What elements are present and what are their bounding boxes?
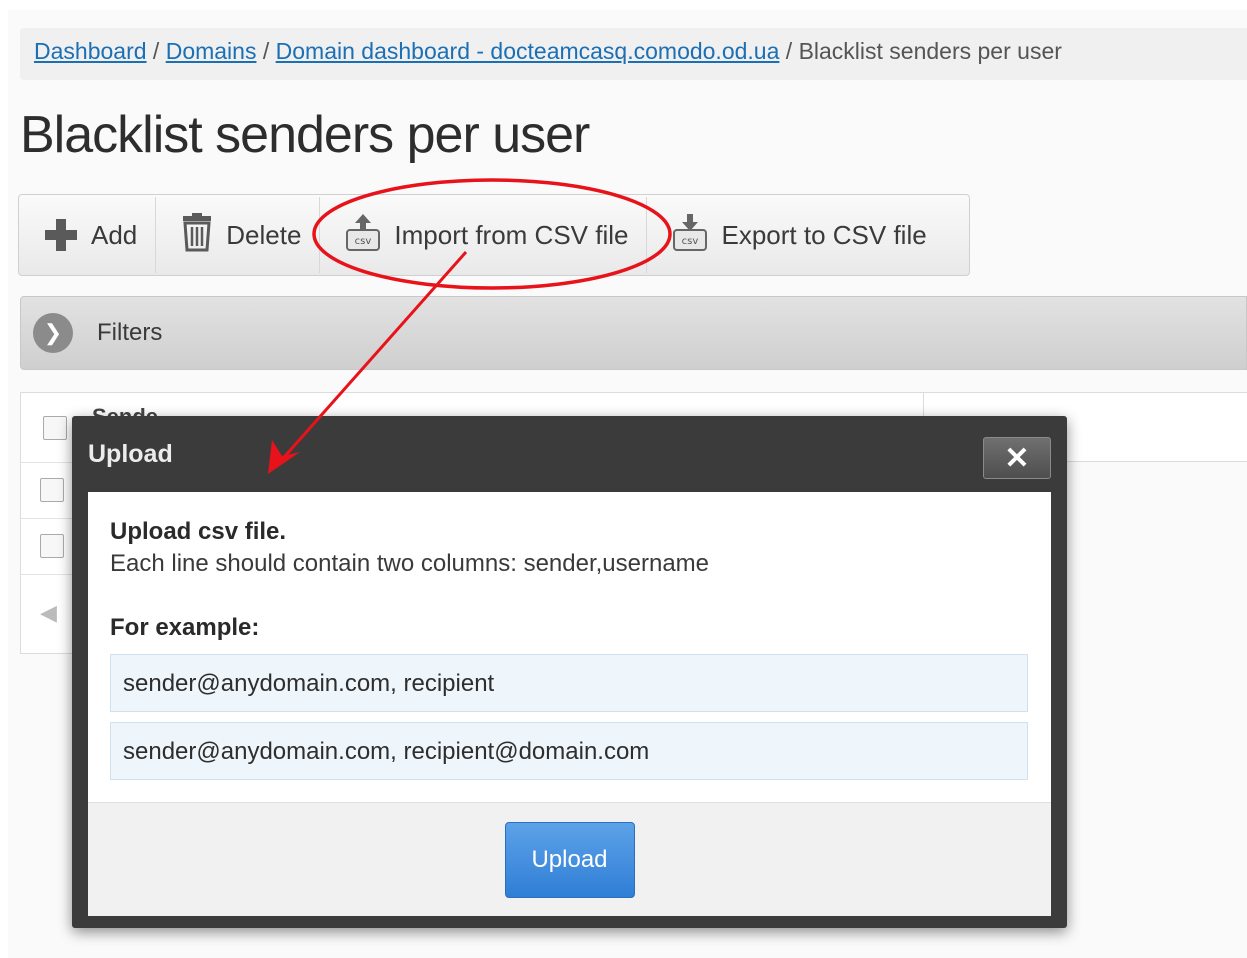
delete-button-label: Delete (226, 219, 302, 250)
breadcrumb-link-domain-dashboard[interactable]: Domain dashboard - docteamcasq.comodo.od… (276, 38, 780, 64)
filters-panel[interactable]: ❯ Filters (20, 296, 1247, 370)
import-csv-button[interactable]: csv Import from CSV file (320, 197, 648, 273)
page-title: Blacklist senders per user (20, 106, 590, 164)
upload-dialog: Upload ✕ Upload csv file. Each line shou… (72, 416, 1067, 928)
breadcrumb: Dashboard / Domains / Domain dashboard -… (20, 28, 1247, 80)
row-checkbox[interactable] (40, 478, 64, 502)
upload-button[interactable]: Upload (504, 821, 635, 898)
svg-text:csv: csv (355, 236, 372, 247)
import-csv-button-label: Import from CSV file (394, 219, 629, 250)
filters-label: Filters (97, 319, 163, 346)
example-line: sender@anydomain.com, recipient@domain.c… (110, 722, 1028, 780)
example-line: sender@anydomain.com, recipient (110, 654, 1028, 712)
delete-button[interactable]: Delete (156, 197, 321, 273)
trash-icon (180, 212, 214, 259)
export-csv-button[interactable]: csv Export to CSV file (647, 197, 944, 273)
breadcrumb-link-dashboard[interactable]: Dashboard (34, 38, 147, 64)
breadcrumb-separator: / (152, 38, 166, 64)
upload-description: Each line should contain two columns: se… (110, 550, 710, 577)
dialog-footer: Upload (88, 802, 1051, 916)
breadcrumb-separator: / (785, 38, 799, 64)
csv-export-icon: csv (671, 212, 709, 259)
dialog-title: Upload (88, 439, 173, 468)
breadcrumb-separator: / (262, 38, 276, 64)
chevron-right-icon: ❯ (33, 313, 73, 353)
breadcrumb-link-domains[interactable]: Domains (166, 38, 257, 64)
upload-heading: Upload csv file. (110, 518, 287, 545)
example-label: For example: (110, 614, 260, 641)
add-button-label: Add (91, 219, 138, 250)
add-button[interactable]: Add (19, 197, 157, 273)
dialog-header: Upload ✕ (72, 416, 1067, 492)
svg-text:csv: csv (682, 236, 699, 247)
close-icon: ✕ (1004, 441, 1030, 475)
first-page-icon[interactable]: ◀ (40, 600, 57, 626)
select-all-checkbox[interactable] (43, 416, 67, 440)
toolbar: Add Delete csv Import from CSV file csv … (18, 194, 970, 276)
plus-icon (43, 217, 79, 253)
export-csv-button-label: Export to CSV file (721, 219, 927, 250)
row-checkbox[interactable] (40, 534, 64, 558)
csv-import-icon: csv (344, 212, 382, 259)
breadcrumb-current: Blacklist senders per user (798, 38, 1062, 64)
close-button[interactable]: ✕ (983, 437, 1051, 479)
dialog-body: Upload csv file. Each line should contai… (88, 492, 1051, 916)
